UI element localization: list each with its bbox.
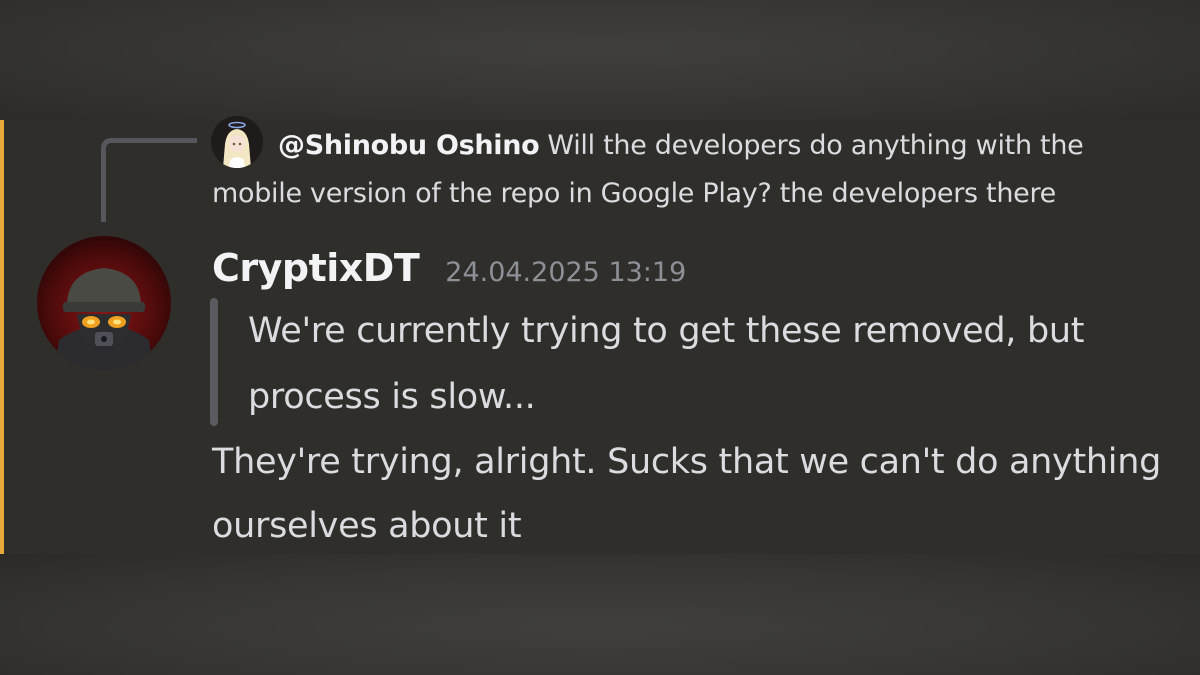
author-username[interactable]: CryptixDT: [212, 246, 420, 290]
mention-highlight-bar: [0, 120, 4, 554]
background-bottom: [0, 554, 1200, 675]
message-content: They're trying, alright. Sucks that we c…: [212, 442, 1161, 546]
chat-message[interactable]: @Shinobu Oshino Will the developers do an…: [0, 116, 1200, 554]
background-top: [0, 0, 1200, 120]
author-avatar[interactable]: [37, 236, 171, 370]
message-header: CryptixDT 24.04.2025 13:19: [212, 246, 686, 296]
reply-author-mention[interactable]: @Shinobu Oshino: [278, 130, 540, 161]
reply-preview[interactable]: @Shinobu Oshino Will the developers do an…: [212, 122, 1172, 218]
message-timestamp[interactable]: 24.04.2025 13:19: [445, 257, 686, 288]
reply-connector: [101, 138, 197, 222]
helmet-soldier-avatar-icon: [37, 236, 171, 370]
quote-text: We're currently trying to get these remo…: [248, 311, 1085, 417]
quote-bar: [210, 298, 218, 426]
block-quote: We're currently trying to get these remo…: [210, 298, 1170, 426]
